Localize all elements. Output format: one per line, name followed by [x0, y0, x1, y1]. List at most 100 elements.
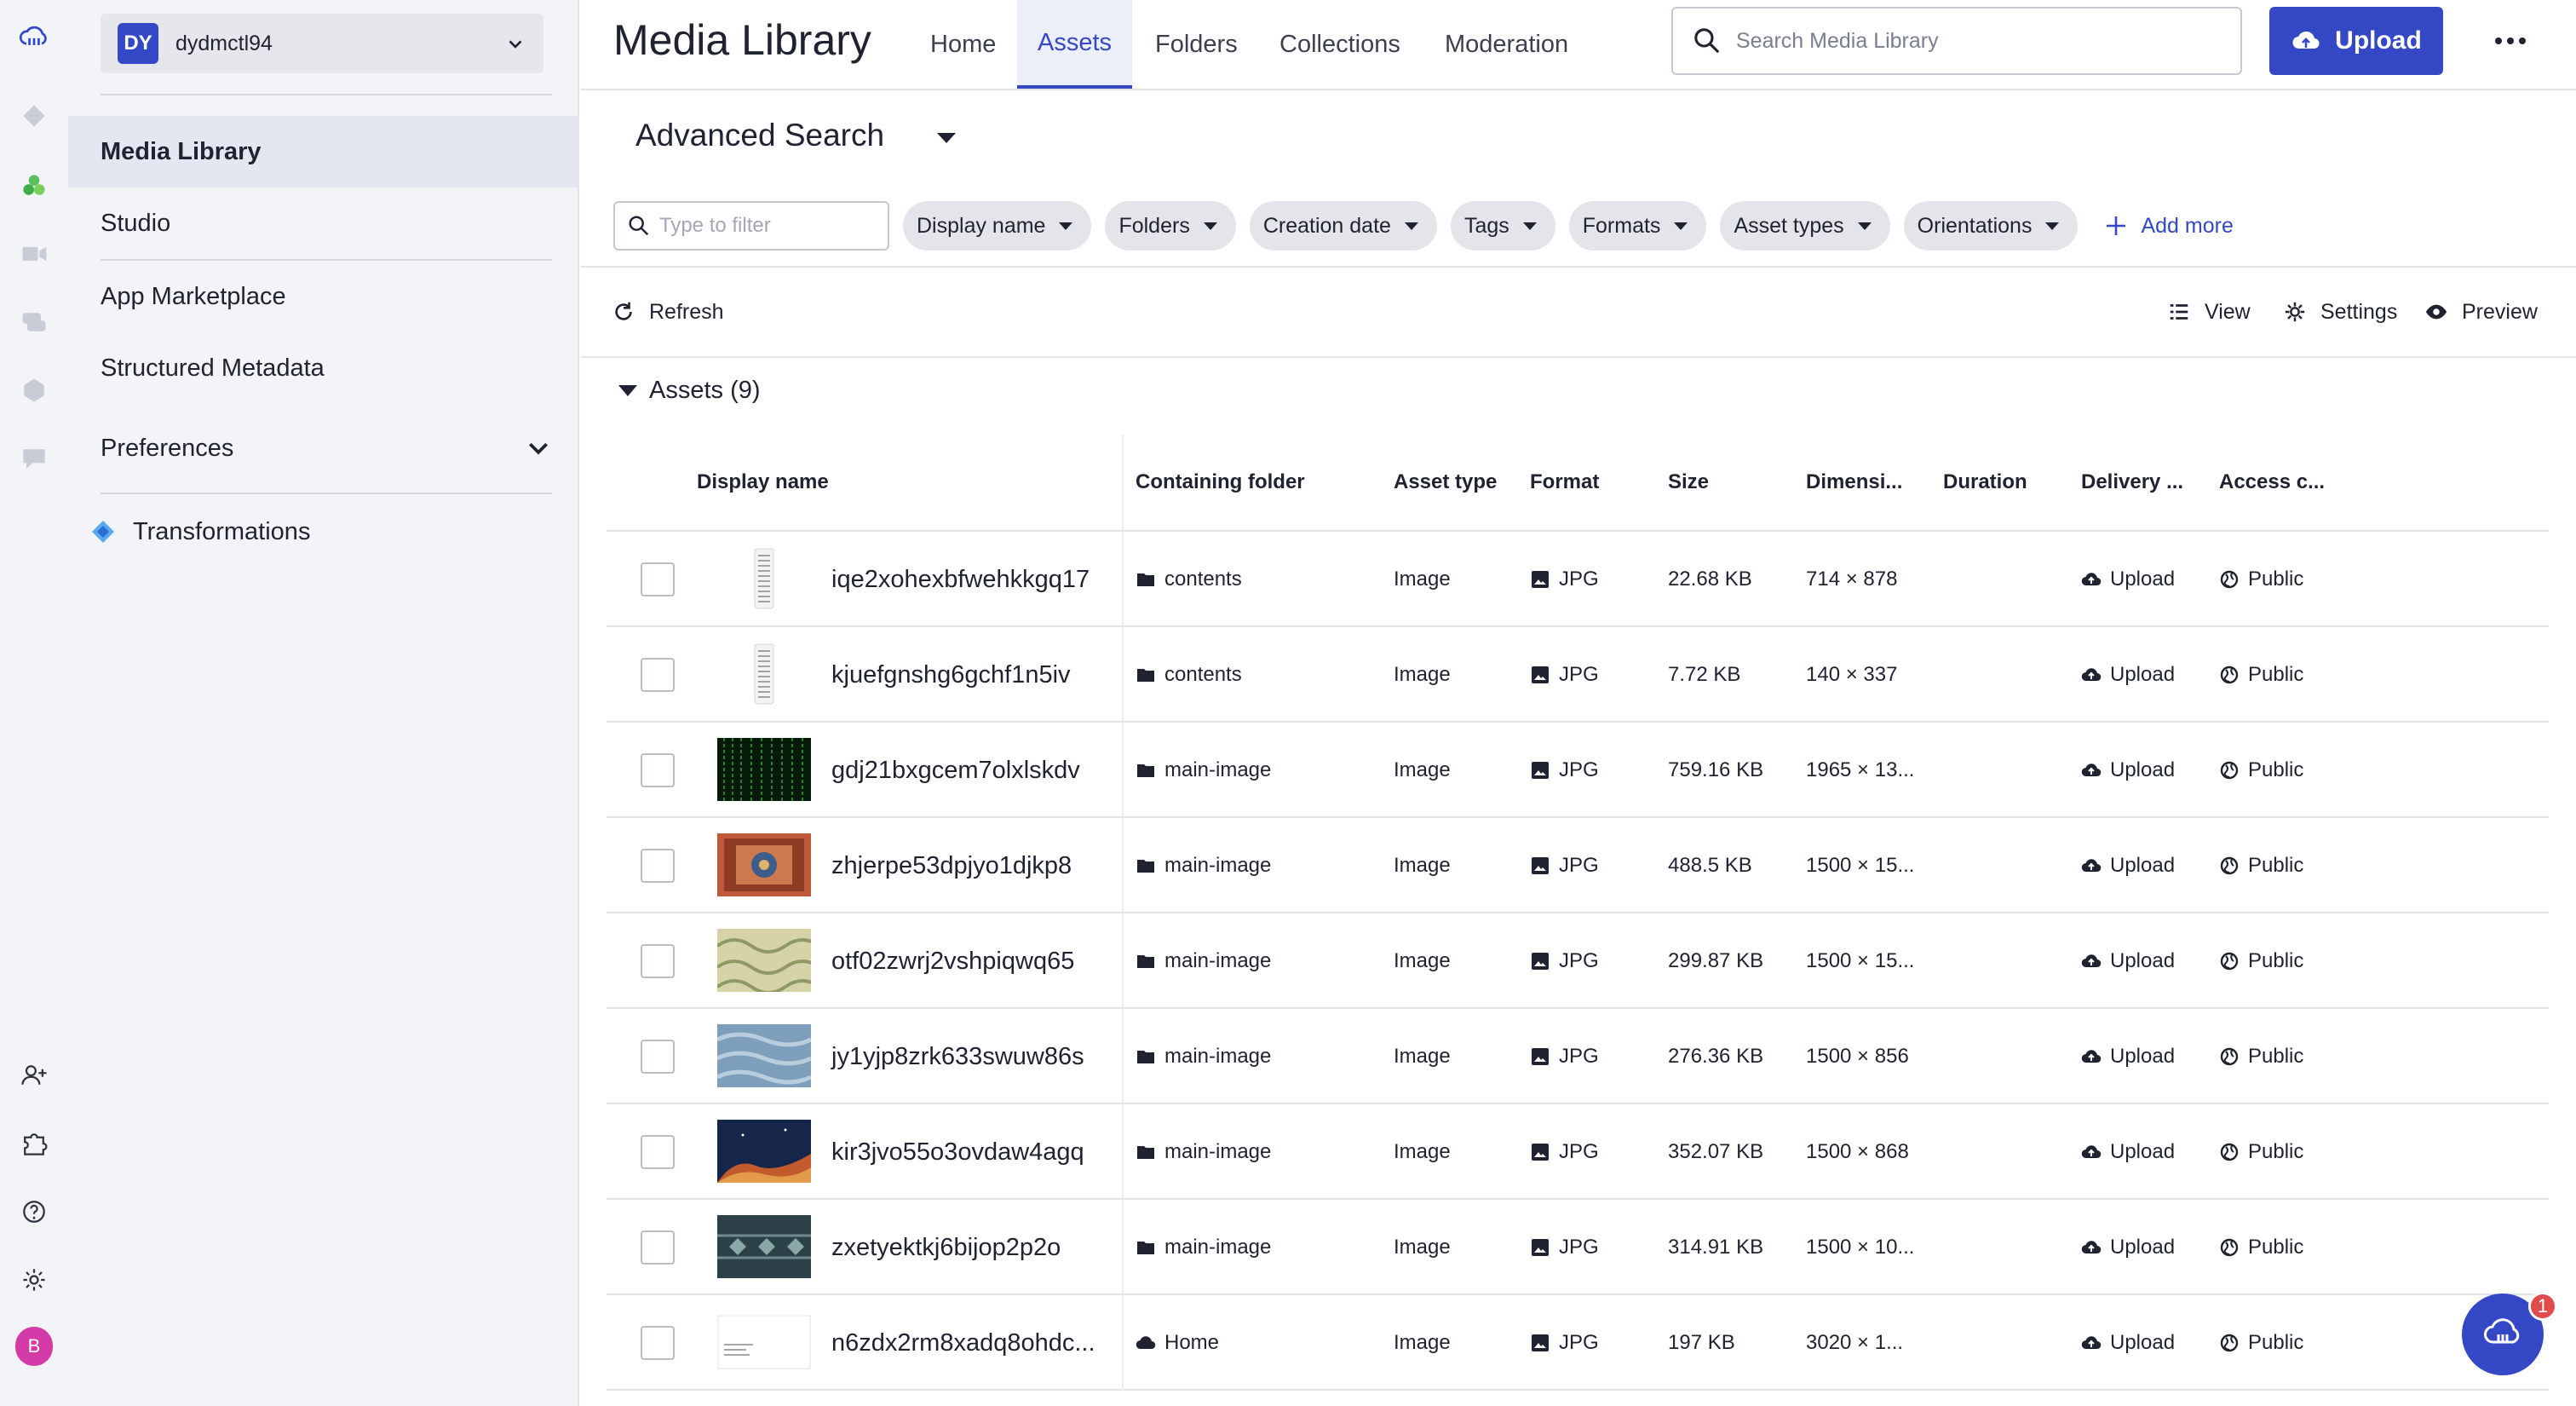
- table-row[interactable]: zhjerpe53dpjyo1djkp8 main-image Image JPG 48…: [607, 816, 2549, 912]
- table-row[interactable]: iqe2xohexbfwehkkgq17 contents Image JPG 22.6…: [607, 530, 2549, 625]
- asset-display-name[interactable]: gdj21bxgcem7olxlskdv: [831, 723, 1080, 818]
- filter-box[interactable]: [613, 201, 889, 251]
- asset-folder[interactable]: contents: [1136, 532, 1242, 627]
- view-button[interactable]: View: [2167, 295, 2251, 329]
- search-input[interactable]: [1736, 28, 2230, 54]
- refresh-button[interactable]: Refresh: [612, 295, 724, 329]
- row-checkbox[interactable]: [641, 1040, 675, 1074]
- more-options-icon[interactable]: [2489, 22, 2532, 60]
- asset-display-name[interactable]: otf02zwrj2vshpiqwq65: [831, 913, 1074, 1009]
- sidebar-item-transformations[interactable]: Transformations: [68, 496, 579, 568]
- asset-thumbnail[interactable]: [717, 642, 811, 706]
- asset-thumbnail[interactable]: [716, 1024, 813, 1087]
- add-more-button[interactable]: Add more: [2103, 213, 2234, 239]
- table-row[interactable]: otf02zwrj2vshpiqwq65 main-image Image JPG 29…: [607, 912, 2549, 1007]
- column-header-size[interactable]: Size: [1668, 470, 1709, 494]
- conversations-icon[interactable]: [15, 303, 53, 341]
- column-header-access[interactable]: Access c...: [2219, 470, 2325, 494]
- asset-folder[interactable]: main-image: [1136, 1009, 1271, 1104]
- filter-input[interactable]: [659, 214, 881, 238]
- chip-folders[interactable]: Folders: [1105, 201, 1236, 251]
- upload-button[interactable]: Upload: [2269, 7, 2443, 75]
- row-checkbox[interactable]: [641, 562, 675, 596]
- chip-orientations[interactable]: Orientations: [1903, 201, 2079, 251]
- table-row[interactable]: kjuefgnshg6gchf1n5iv contents Image JPG 7.72…: [607, 625, 2549, 721]
- chat-icon[interactable]: [15, 440, 53, 477]
- help-icon[interactable]: [15, 1193, 53, 1230]
- asset-folder[interactable]: main-image: [1136, 818, 1271, 913]
- chip-tags[interactable]: Tags: [1450, 201, 1555, 251]
- asset-folder[interactable]: main-image: [1136, 723, 1271, 818]
- table-row[interactable]: gdj21bxgcem7olxlskdv main-image Image JPG 75…: [607, 721, 2549, 816]
- asset-display-name[interactable]: kir3jvo55o3ovdaw4agq: [831, 1104, 1084, 1200]
- settings-button[interactable]: Settings: [2283, 295, 2397, 329]
- asset-display-name[interactable]: kjuefgnshg6gchf1n5iv: [831, 627, 1071, 723]
- asset-display-name[interactable]: n6zdx2rm8xadq8ohdc...: [831, 1295, 1095, 1391]
- programmable-media-icon[interactable]: [15, 97, 53, 135]
- asset-thumbnail[interactable]: [717, 738, 811, 801]
- chip-asset-types[interactable]: Asset types: [1720, 201, 1890, 251]
- table-row[interactable]: jy1yjp8zrk633swuw86s main-image Image JPG 27…: [607, 1007, 2549, 1103]
- chip-formats[interactable]: Formats: [1568, 201, 1707, 251]
- account-name: dydmctl94: [175, 31, 273, 55]
- settings-gear-icon[interactable]: [15, 1261, 53, 1299]
- column-header-dimensions[interactable]: Dimensi...: [1806, 470, 1902, 494]
- row-checkbox[interactable]: [641, 1326, 675, 1360]
- caret-down-icon[interactable]: [932, 128, 961, 148]
- tab-assets[interactable]: Assets: [1017, 0, 1133, 89]
- row-checkbox[interactable]: [641, 849, 675, 883]
- sidebar-item-studio[interactable]: Studio: [68, 187, 579, 259]
- assets-section-toggle[interactable]: Assets (9): [618, 377, 761, 405]
- sidebar-item-media-library[interactable]: Media Library: [68, 116, 579, 187]
- search-box[interactable]: [1671, 7, 2242, 75]
- table-row[interactable]: zxetyektkj6bijop2p2o main-image Image JPG 31…: [607, 1198, 2549, 1294]
- column-header-containing-folder[interactable]: Containing folder: [1136, 470, 1305, 494]
- table-row[interactable]: kir3jvo55o3ovdaw4agq main-image Image JPG 35…: [607, 1103, 2549, 1198]
- chip-display-name[interactable]: Display name: [903, 201, 1092, 251]
- tab-home[interactable]: Home: [910, 0, 1016, 89]
- sidebar-item-structured-metadata[interactable]: Structured Metadata: [68, 332, 579, 404]
- invite-user-icon[interactable]: [15, 1057, 53, 1094]
- asset-folder[interactable]: main-image: [1136, 1200, 1271, 1295]
- asset-folder[interactable]: contents: [1136, 627, 1242, 723]
- asset-folder[interactable]: Home: [1136, 1295, 1219, 1391]
- asset-display-name[interactable]: zhjerpe53dpjyo1djkp8: [831, 818, 1072, 913]
- puzzle-icon[interactable]: [15, 1125, 53, 1162]
- sidebar-item-app-marketplace[interactable]: App Marketplace: [68, 261, 579, 332]
- sidebar-item-preferences[interactable]: Preferences: [68, 412, 579, 484]
- asset-thumbnail[interactable]: [717, 547, 811, 610]
- asset-thumbnail[interactable]: [717, 833, 811, 896]
- video-icon[interactable]: [15, 235, 53, 273]
- asset-thumbnail[interactable]: [717, 1311, 811, 1374]
- advanced-search-title[interactable]: Advanced Search: [635, 118, 884, 153]
- column-header-asset-type[interactable]: Asset type: [1394, 470, 1497, 494]
- row-checkbox[interactable]: [641, 1135, 675, 1169]
- row-checkbox[interactable]: [641, 1230, 675, 1265]
- asset-display-name[interactable]: jy1yjp8zrk633swuw86s: [831, 1009, 1084, 1104]
- asset-display-name[interactable]: zxetyektkj6bijop2p2o: [831, 1200, 1061, 1295]
- column-header-display-name[interactable]: Display name: [697, 470, 829, 494]
- tab-moderation[interactable]: Moderation: [1424, 0, 1589, 89]
- assets-icon[interactable]: [15, 167, 53, 205]
- cloudinary-logo-icon[interactable]: [15, 19, 53, 56]
- structured-icon[interactable]: [15, 372, 53, 409]
- account-switcher[interactable]: DY dydmctl94: [101, 14, 543, 73]
- column-header-format[interactable]: Format: [1530, 470, 1599, 494]
- row-checkbox[interactable]: [641, 658, 675, 692]
- asset-folder[interactable]: main-image: [1136, 1104, 1271, 1200]
- tab-collections[interactable]: Collections: [1259, 0, 1421, 89]
- row-checkbox[interactable]: [641, 944, 675, 978]
- column-header-delivery[interactable]: Delivery ...: [2081, 470, 2183, 494]
- table-row[interactable]: n6zdx2rm8xadq8ohdc... Home Image JPG 197 KB 3…: [607, 1294, 2549, 1389]
- asset-thumbnail[interactable]: [717, 1120, 811, 1183]
- asset-folder[interactable]: main-image: [1136, 913, 1271, 1009]
- tab-folders[interactable]: Folders: [1135, 0, 1258, 89]
- chip-creation-date[interactable]: Creation date: [1249, 201, 1437, 251]
- asset-display-name[interactable]: iqe2xohexbfwehkkgq17: [831, 532, 1090, 627]
- preview-button[interactable]: Preview: [2424, 295, 2538, 329]
- asset-thumbnail[interactable]: [717, 1215, 811, 1278]
- user-avatar[interactable]: B: [15, 1327, 53, 1366]
- asset-thumbnail[interactable]: [716, 929, 821, 994]
- row-checkbox[interactable]: [641, 753, 675, 787]
- column-header-duration[interactable]: Duration: [1943, 470, 2027, 494]
